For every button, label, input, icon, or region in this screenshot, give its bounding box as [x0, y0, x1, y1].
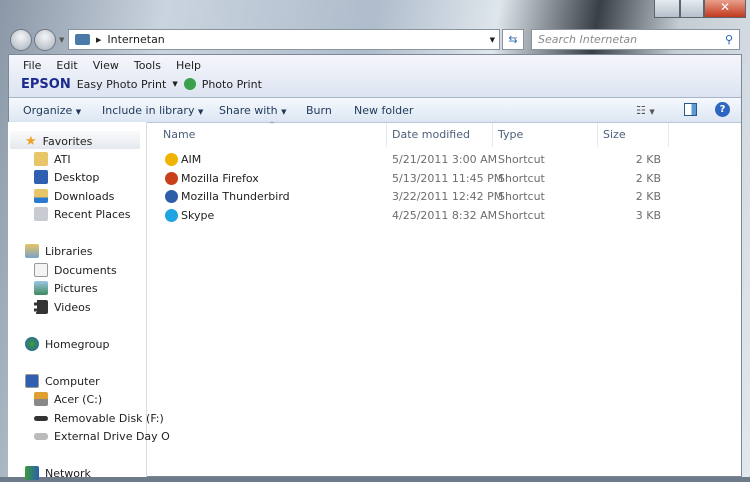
preview-pane-icon[interactable] [684, 103, 697, 116]
pictures-icon [34, 281, 48, 295]
nav-acer-c[interactable]: Acer (C:) [34, 390, 102, 408]
removable-disk-icon [34, 415, 48, 421]
menu-file[interactable]: File [23, 59, 41, 74]
file-size: 3 KB [635, 208, 661, 222]
recent-places-icon [34, 207, 48, 221]
menu-view[interactable]: View [93, 59, 119, 74]
column-type[interactable]: Type [498, 128, 523, 141]
file-row[interactable]: Skype 4/25/2011 8:32 AM Shortcut 3 KB [155, 207, 675, 225]
network-icon [25, 466, 39, 480]
breadcrumb-internetan[interactable]: Internetan [107, 33, 164, 46]
new-folder-button[interactable]: New folder [354, 104, 413, 117]
organize-button[interactable]: Organize ▼ [23, 104, 81, 117]
epson-toolbar: EPSON Easy Photo Print ▼ Photo Print [9, 74, 741, 94]
forward-button[interactable] [34, 29, 56, 51]
column-date-modified[interactable]: Date modified [392, 128, 470, 141]
refresh-button[interactable]: ⇆ [502, 29, 524, 50]
documents-icon [34, 263, 48, 277]
nav-documents[interactable]: Documents [34, 261, 117, 279]
firefox-icon [165, 171, 178, 185]
star-icon: ★ [25, 133, 37, 149]
share-with-button[interactable]: Share with ▼ [219, 104, 286, 117]
file-type: Shortcut [498, 208, 545, 222]
nav-pictures[interactable]: Pictures [34, 279, 98, 297]
nav-favorites[interactable]: ★ Favorites [25, 132, 92, 150]
menu-tools[interactable]: Tools [134, 59, 161, 74]
help-icon[interactable]: ? [715, 102, 730, 117]
thunderbird-icon [165, 190, 178, 203]
file-size: 2 KB [635, 190, 661, 203]
include-in-library-button[interactable]: Include in library ▼ [102, 104, 203, 117]
external-drive-icon [34, 432, 48, 440]
burn-button[interactable]: Burn [306, 104, 332, 117]
file-row[interactable]: Mozilla Thunderbird 3/22/2011 12:42 PM S… [155, 188, 675, 206]
homegroup-icon [25, 337, 39, 351]
breadcrumb-arrow-icon: ▶ [96, 35, 102, 44]
file-type: Shortcut [498, 190, 545, 203]
file-size: 2 KB [635, 153, 661, 166]
epson-logo: EPSON [21, 76, 71, 92]
navigation-pane: ★ Favorites ATI Desktop Downloads Recent … [8, 122, 170, 480]
view-options-icon[interactable]: ☷ ▼ [636, 104, 655, 117]
nav-network[interactable]: Network [25, 464, 91, 482]
nav-homegroup[interactable]: Homegroup [25, 335, 109, 353]
recent-pages-dropdown[interactable]: ▼ [59, 36, 64, 44]
file-name: Mozilla Thunderbird [181, 190, 290, 203]
maximize-button[interactable] [680, 0, 704, 18]
sort-ascending-icon: ^ [269, 121, 275, 129]
close-button[interactable]: ✕ [704, 0, 746, 18]
nav-ati[interactable]: ATI [34, 150, 71, 168]
menu-edit[interactable]: Edit [56, 59, 77, 74]
file-date: 5/13/2011 11:45 PM [392, 171, 504, 185]
nav-removable-disk[interactable]: Removable Disk (F:) [34, 409, 164, 427]
file-type: Shortcut [498, 171, 545, 185]
easy-photo-print-dropdown[interactable]: ▼ [172, 80, 177, 88]
command-bar: Organize ▼ Include in library ▼ Share wi… [9, 98, 741, 123]
file-name: AIM [181, 153, 202, 166]
folder-icon [34, 152, 48, 166]
search-input[interactable]: Search Internetan ⚲ [531, 29, 740, 50]
computer-icon [25, 374, 39, 388]
file-row[interactable]: Mozilla Firefox 5/13/2011 11:45 PM Short… [155, 170, 675, 188]
file-date: 3/22/2011 12:42 PM [392, 190, 504, 203]
back-button[interactable] [10, 29, 32, 51]
nav-desktop[interactable]: Desktop [34, 168, 99, 186]
skype-icon [165, 208, 178, 222]
photo-print-button[interactable]: Photo Print [202, 78, 262, 91]
file-date: 4/25/2011 8:32 AM [392, 208, 498, 222]
column-name[interactable]: Name [163, 128, 195, 141]
libraries-icon [25, 244, 39, 258]
desktop-icon [34, 170, 48, 184]
address-dropdown-icon[interactable]: ▼ [490, 36, 495, 44]
easy-photo-print-button[interactable]: Easy Photo Print [77, 78, 167, 91]
videos-icon [34, 300, 48, 314]
nav-recent-places[interactable]: Recent Places [34, 205, 131, 223]
menu-help[interactable]: Help [176, 59, 201, 74]
minimize-button[interactable] [654, 0, 680, 18]
nav-videos[interactable]: Videos [34, 298, 91, 316]
aim-icon [165, 153, 178, 166]
file-row[interactable]: AIM 5/21/2011 3:00 AM Shortcut 2 KB [155, 151, 675, 169]
folder-icon [75, 34, 90, 45]
file-name: Mozilla Firefox [181, 171, 259, 185]
search-icon[interactable]: ⚲ [725, 33, 733, 46]
file-size: 2 KB [635, 171, 661, 185]
file-name: Skype [181, 208, 215, 222]
menu-bar: File Edit View Tools Help [9, 55, 741, 74]
file-type: Shortcut [498, 153, 545, 166]
nav-computer[interactable]: Computer [25, 372, 100, 390]
file-date: 5/21/2011 3:00 AM [392, 153, 498, 166]
search-placeholder: Search Internetan [538, 33, 638, 46]
address-bar[interactable]: ▶ Internetan ▼ [68, 29, 500, 50]
printer-icon [183, 78, 196, 90]
drive-icon [34, 392, 48, 406]
downloads-icon [34, 189, 48, 203]
column-size[interactable]: Size [603, 128, 626, 141]
nav-libraries[interactable]: Libraries [25, 242, 93, 260]
nav-downloads[interactable]: Downloads [34, 187, 114, 205]
nav-external-drive[interactable]: External Drive Day O [34, 427, 170, 445]
